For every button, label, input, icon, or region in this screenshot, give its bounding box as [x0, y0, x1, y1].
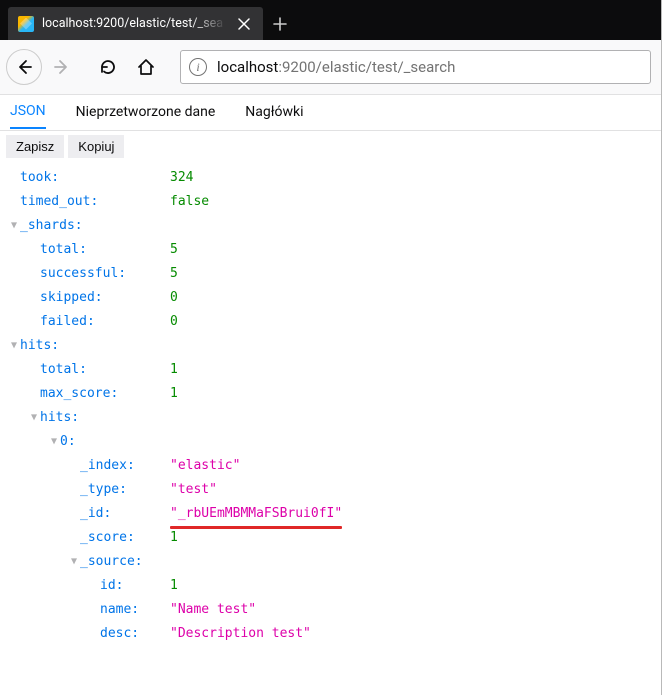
chevron-down-icon[interactable]: ▼ — [8, 334, 20, 358]
key-shards-failed: failed: — [40, 310, 95, 334]
forward-button[interactable] — [44, 49, 80, 85]
close-tab-icon[interactable] — [235, 15, 253, 33]
key-shards-total: total: — [40, 238, 87, 262]
key-shards-skipped: skipped: — [40, 286, 103, 310]
copy-button[interactable]: Kopiuj — [68, 135, 124, 158]
nav-toolbar: i localhost:9200/elastic/test/_search — [0, 40, 661, 95]
chevron-down-icon[interactable]: ▼ — [28, 406, 40, 430]
row-score: _score: 1 — [0, 526, 661, 550]
key-type: _type: — [80, 478, 127, 502]
key-shards-successful: successful: — [40, 262, 126, 286]
row-src-desc: desc: "Description test" — [0, 622, 661, 646]
url-text: localhost:9200/elastic/test/_search — [217, 58, 455, 76]
row-shards-total: total: 5 — [0, 238, 661, 262]
key-id: _id: — [80, 502, 111, 526]
key-hits-maxscore: max_score: — [40, 382, 118, 406]
chevron-down-icon[interactable]: ▼ — [8, 214, 20, 238]
key-src-id: id: — [100, 574, 123, 598]
row-hits-total: total: 1 — [0, 358, 661, 382]
key-src-name: name: — [100, 598, 139, 622]
val-timed-out: false — [170, 190, 209, 214]
chevron-down-icon[interactable]: ▼ — [68, 550, 80, 574]
val-index: "elastic" — [170, 454, 240, 478]
val-score: 1 — [170, 526, 178, 550]
key-score: _score: — [80, 526, 135, 550]
val-id: "_rbUEmMBMMaFSBrui0fI" — [170, 502, 342, 526]
url-host: localhost — [217, 58, 278, 76]
row-hits-inner: ▼hits: — [0, 406, 661, 430]
tab-json[interactable]: JSON — [10, 103, 46, 129]
row-shards-skipped: skipped: 0 — [0, 286, 661, 310]
val-hits-maxscore: 1 — [170, 382, 178, 406]
row-hits: ▼hits: — [0, 334, 661, 358]
save-button[interactable]: Zapisz — [6, 135, 64, 158]
json-viewer: took: 324 timed_out: false ▼_shards: tot… — [0, 162, 661, 646]
val-hits-total: 1 — [170, 358, 178, 382]
key-hits-inner[interactable]: hits: — [40, 406, 79, 430]
row-took: took: 324 — [0, 166, 661, 190]
key-index: _index: — [80, 454, 135, 478]
val-src-desc: "Description test" — [170, 622, 311, 646]
tab-strip: localhost:9200/elastic/test/_sea — [0, 0, 661, 40]
row-hits-maxscore: max_score: 1 — [0, 382, 661, 406]
row-shards: ▼_shards: — [0, 214, 661, 238]
val-took: 324 — [170, 166, 193, 190]
row-index: _index: "elastic" — [0, 454, 661, 478]
json-actions: Zapisz Kopiuj — [0, 131, 661, 162]
val-shards-skipped: 0 — [170, 286, 178, 310]
row-shards-failed: failed: 0 — [0, 310, 661, 334]
key-src-desc: desc: — [100, 622, 139, 646]
row-timed-out: timed_out: false — [0, 190, 661, 214]
url-bar[interactable]: i localhost:9200/elastic/test/_search — [180, 50, 651, 84]
info-icon[interactable]: i — [189, 58, 207, 76]
tab-headers[interactable]: Nagłówki — [245, 104, 303, 128]
tab-title: localhost:9200/elastic/test/_sea — [42, 16, 227, 31]
back-button[interactable] — [6, 49, 42, 85]
val-src-name: "Name test" — [170, 598, 256, 622]
key-hits[interactable]: hits: — [20, 334, 59, 358]
key-item0[interactable]: 0: — [60, 430, 76, 454]
reload-button[interactable] — [90, 49, 126, 85]
row-item0: ▼0: — [0, 430, 661, 454]
row-src-name: name: "Name test" — [0, 598, 661, 622]
home-button[interactable] — [128, 49, 164, 85]
browser-tab[interactable]: localhost:9200/elastic/test/_sea — [8, 7, 263, 40]
url-path: :9200/elastic/test/_search — [278, 58, 455, 76]
key-source[interactable]: _source: — [80, 550, 143, 574]
row-id: _id: "_rbUEmMBMMaFSBrui0fI" — [0, 502, 661, 526]
key-hits-total: total: — [40, 358, 87, 382]
val-src-id: 1 — [170, 574, 178, 598]
new-tab-button[interactable] — [263, 7, 297, 40]
row-src-id: id: 1 — [0, 574, 661, 598]
row-source: ▼_source: — [0, 550, 661, 574]
val-type: "test" — [170, 478, 217, 502]
elastic-favicon — [18, 16, 34, 32]
row-shards-successful: successful: 5 — [0, 262, 661, 286]
viewer-tabs: JSON Nieprzetworzone dane Nagłówki — [0, 95, 661, 131]
val-shards-failed: 0 — [170, 310, 178, 334]
val-shards-successful: 5 — [170, 262, 178, 286]
val-shards-total: 5 — [170, 238, 178, 262]
key-timed-out: timed_out: — [20, 190, 98, 214]
row-type: _type: "test" — [0, 478, 661, 502]
chevron-down-icon[interactable]: ▼ — [48, 430, 60, 454]
tab-raw[interactable]: Nieprzetworzone dane — [76, 104, 216, 128]
key-shards[interactable]: _shards: — [20, 214, 83, 238]
key-took: took: — [20, 166, 59, 190]
